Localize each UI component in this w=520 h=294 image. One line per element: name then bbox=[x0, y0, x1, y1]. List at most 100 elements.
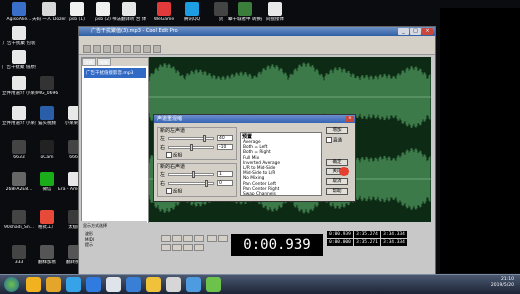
invert-label: 反相 bbox=[173, 153, 182, 159]
file-icon bbox=[185, 2, 199, 16]
toolbar bbox=[79, 43, 435, 55]
taskbar-app-icon[interactable] bbox=[166, 277, 181, 292]
right-right-value[interactable]: 0 bbox=[217, 180, 233, 186]
taskbar-app-icon[interactable] bbox=[66, 277, 81, 292]
toolbar-icon[interactable] bbox=[93, 45, 101, 53]
taskbar-app-icon[interactable] bbox=[186, 277, 201, 292]
file-icon bbox=[12, 26, 26, 40]
left-left-slider[interactable] bbox=[168, 135, 214, 142]
desktop-icon-label: AgisoAlie... bbox=[6, 17, 32, 22]
slider-thumb[interactable] bbox=[205, 180, 208, 187]
file-icon bbox=[12, 172, 26, 186]
tab-files[interactable]: 文件 bbox=[82, 58, 96, 66]
record-button[interactable] bbox=[194, 235, 204, 242]
ok-button[interactable]: 确定 bbox=[326, 159, 348, 166]
file-icon bbox=[70, 2, 84, 16]
desktop-right-area bbox=[440, 8, 520, 273]
left-right-value[interactable]: -10 bbox=[217, 144, 233, 150]
taskbar-app-icon[interactable] bbox=[106, 277, 121, 292]
dialog-close-icon[interactable]: × bbox=[346, 116, 354, 122]
maximize-button[interactable]: □ bbox=[410, 28, 421, 35]
toolbar-icon[interactable] bbox=[133, 45, 141, 53]
new-left-channel-label: 新的左声道 bbox=[160, 128, 186, 134]
zoom-out-button[interactable] bbox=[218, 235, 228, 242]
add-preset-button[interactable]: 增加 bbox=[326, 127, 348, 134]
file-icon bbox=[40, 172, 54, 186]
menu-bar[interactable] bbox=[79, 36, 435, 43]
minimize-button[interactable]: _ bbox=[398, 28, 409, 35]
display-mode-hint[interactable]: 提示 bbox=[85, 242, 147, 248]
taskbar-app-icon[interactable] bbox=[146, 277, 161, 292]
taskbar-app-icon[interactable] bbox=[46, 277, 61, 292]
direct-checkbox[interactable]: 直通 bbox=[326, 137, 342, 144]
file-icon bbox=[40, 210, 54, 224]
close-button[interactable]: × bbox=[422, 28, 433, 35]
desktop-icon-label: 同盘接体 bbox=[266, 17, 284, 22]
info-value: 3:35.274 bbox=[354, 231, 380, 238]
new-right-channel-label: 新的右声道 bbox=[160, 164, 186, 170]
dialog-title: 声道重混缩 bbox=[157, 116, 183, 122]
right-left-value[interactable]: 1 bbox=[217, 171, 233, 177]
rewind-button[interactable] bbox=[161, 244, 171, 251]
preset-item[interactable]: Swap Channels bbox=[241, 192, 321, 195]
desktop-icon[interactable]: AgisoAlie... bbox=[2, 2, 36, 22]
toolbar-icon[interactable] bbox=[103, 45, 111, 53]
left-row-label: 左 bbox=[160, 172, 166, 178]
stop-button[interactable] bbox=[161, 235, 171, 242]
desktop-icon[interactable]: 同盘接体 bbox=[258, 2, 292, 22]
right-right-slider[interactable] bbox=[168, 180, 214, 187]
file-list-item[interactable]: 广告干扰值接影音.mp3 bbox=[84, 68, 146, 78]
toolbar-icon[interactable] bbox=[143, 45, 151, 53]
forward-button[interactable] bbox=[183, 244, 193, 251]
fast-forward-button[interactable] bbox=[194, 244, 204, 251]
cancel-button[interactable]: 取消 bbox=[326, 178, 348, 185]
play-button[interactable] bbox=[172, 235, 182, 242]
right-invert-checkbox[interactable]: 反相 bbox=[166, 188, 182, 195]
file-icon bbox=[12, 76, 26, 90]
file-icon bbox=[268, 2, 282, 16]
desktop-icon[interactable]: 广告干扰聚 包装 bbox=[2, 26, 36, 46]
taskbar-app-icon[interactable] bbox=[86, 277, 101, 292]
toolbar-icon[interactable] bbox=[123, 45, 131, 53]
presets-list[interactable]: 预置 Average Both = Left Both = Right Full Mi… bbox=[240, 132, 322, 196]
pause-button[interactable] bbox=[183, 235, 193, 242]
file-icon bbox=[12, 50, 26, 64]
back-button[interactable] bbox=[172, 244, 182, 251]
right-row-label: 右 bbox=[160, 145, 166, 151]
toolbar-icon[interactable] bbox=[83, 45, 91, 53]
left-left-value[interactable]: 40 bbox=[217, 135, 233, 141]
right-left-slider[interactable] bbox=[168, 171, 214, 178]
desktop-icon[interactable]: 攀千城者中 转换器 bbox=[228, 2, 262, 22]
slider-thumb[interactable] bbox=[192, 171, 195, 178]
taskbar-app-icon[interactable] bbox=[26, 277, 41, 292]
time-display: 0:00.939 bbox=[231, 234, 323, 256]
file-icon bbox=[12, 106, 26, 120]
taskbar-app-icon[interactable] bbox=[126, 277, 141, 292]
toolbar-icon[interactable] bbox=[153, 45, 161, 53]
display-mode-panel: 显示方式选择 波形 MIDI 提示 bbox=[81, 221, 147, 275]
left-invert-checkbox[interactable]: 反相 bbox=[166, 152, 182, 159]
display-mode-label: 显示方式选择 bbox=[83, 223, 107, 228]
info-value: 3:35.271 bbox=[354, 239, 380, 246]
tab-effects[interactable]: 效果 bbox=[97, 58, 111, 66]
window-titlebar[interactable]: 广告干扰聚值(3).mp3 - Cool Edit Pro _ □ × bbox=[79, 27, 435, 36]
slider-thumb[interactable] bbox=[190, 144, 193, 151]
file-icon bbox=[40, 76, 54, 90]
slider-thumb[interactable] bbox=[203, 135, 206, 142]
desktop-icon[interactable]: 书法翻译听 合 体中 bbox=[112, 2, 146, 22]
zoom-in-button[interactable] bbox=[207, 235, 217, 242]
toolbar-icon[interactable] bbox=[113, 45, 121, 53]
taskbar-app-icon[interactable] bbox=[206, 277, 221, 292]
dialog-titlebar[interactable]: 声道重混缩 × bbox=[154, 115, 355, 123]
desktop-icon[interactable]: IMG_0696 bbox=[30, 76, 64, 96]
start-button-icon[interactable] bbox=[4, 277, 19, 292]
selection-info: 0:00.939 3:35.274 3:34.334 0:00.000 3:35… bbox=[327, 231, 407, 246]
left-right-slider[interactable] bbox=[168, 144, 214, 151]
cursor-highlight-icon bbox=[339, 167, 349, 176]
file-icon bbox=[96, 2, 110, 16]
presets-heading: 预置 bbox=[242, 134, 253, 140]
file-icon bbox=[40, 245, 54, 259]
taskbar-clock[interactable]: 21:10 2019/5/20 bbox=[491, 277, 514, 289]
desktop-icon[interactable]: 广告干扰聚 值原果 bbox=[2, 50, 36, 70]
help-button[interactable]: 帮助 bbox=[326, 188, 348, 195]
